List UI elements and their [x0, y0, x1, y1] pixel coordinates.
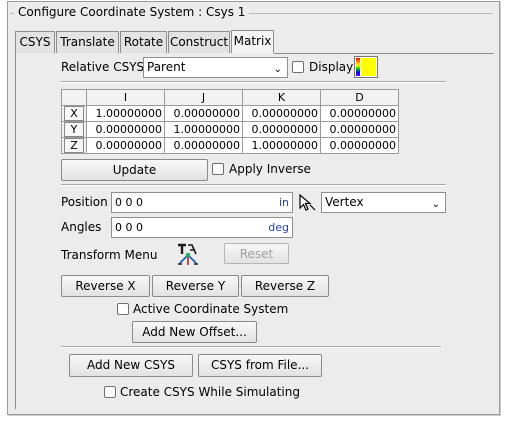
tab-matrix[interactable]: Matrix: [231, 30, 274, 53]
angles-unit: deg: [268, 221, 289, 234]
create-while-simulating-checkbox[interactable]: [104, 386, 116, 398]
matrix-cell[interactable]: 1.00000000: [86, 105, 165, 122]
separator: [61, 184, 446, 186]
matrix-cell[interactable]: 1.00000000: [164, 121, 243, 138]
matrix-cell[interactable]: 0.00000000: [86, 121, 165, 138]
matrix-col-header: I: [86, 89, 165, 106]
relative-csys-label: Relative CSYS: [61, 60, 145, 74]
matrix-cell[interactable]: 1.00000000: [242, 137, 321, 154]
matrix-corner: [61, 89, 87, 106]
matrix-col-header: D: [320, 89, 399, 106]
active-cs-checkbox[interactable]: [117, 303, 129, 315]
csys-from-file-button[interactable]: CSYS from File...: [198, 354, 322, 377]
active-cs-label: Active Coordinate System: [133, 302, 289, 316]
angles-input[interactable]: 0 0 0 deg: [111, 217, 293, 238]
color-picker-button[interactable]: [354, 56, 378, 78]
reverse-z-button[interactable]: Reverse Z: [241, 275, 329, 297]
apply-inverse-label: Apply Inverse: [229, 162, 311, 176]
chevron-down-icon: ⌄: [431, 199, 440, 210]
matrix-header-row: I J K D: [61, 89, 399, 106]
reverse-x-button[interactable]: Reverse X: [61, 275, 150, 297]
matrix-row-header[interactable]: X: [61, 105, 87, 122]
table-row: X 1.00000000 0.00000000 0.00000000 0.000…: [61, 105, 399, 122]
tab-construct[interactable]: Construct: [168, 31, 230, 53]
angles-label: Angles: [61, 220, 102, 234]
matrix-cell[interactable]: 0.00000000: [86, 137, 165, 154]
update-button[interactable]: Update: [61, 159, 208, 181]
display-label: Display: [309, 60, 354, 74]
matrix-cell[interactable]: 0.00000000: [164, 105, 243, 122]
chevron-down-icon: ⌄: [273, 64, 282, 75]
pick-mode-select[interactable]: Vertex ⌄: [321, 192, 446, 213]
table-row: Z 0.00000000 0.00000000 1.00000000 0.000…: [61, 137, 399, 154]
tab-translate[interactable]: Translate: [56, 31, 119, 53]
matrix-cell[interactable]: 0.00000000: [164, 137, 243, 154]
create-while-simulating-label: Create CSYS While Simulating: [120, 385, 300, 399]
angles-value: 0 0 0: [115, 221, 143, 234]
dialog-title: Configure Coordinate System : Csys 1: [14, 5, 250, 19]
tab-rotate[interactable]: Rotate: [120, 31, 167, 53]
matrix-cell[interactable]: 0.00000000: [320, 105, 399, 122]
transform-menu-icon[interactable]: [175, 241, 201, 267]
table-row: Y 0.00000000 1.00000000 0.00000000 0.000…: [61, 121, 399, 138]
reverse-y-button[interactable]: Reverse Y: [152, 275, 239, 297]
matrix-table: I J K D X 1.00000000 0.00000000 0.000000…: [61, 89, 399, 154]
position-unit: in: [278, 196, 289, 209]
pick-cursor-icon[interactable]: [297, 193, 317, 213]
matrix-row-header[interactable]: Y: [61, 121, 87, 138]
position-input[interactable]: 0 0 0 in: [111, 192, 293, 213]
position-label: Position: [61, 195, 108, 209]
add-new-csys-button[interactable]: Add New CSYS: [69, 354, 193, 377]
matrix-cell[interactable]: 0.00000000: [242, 121, 321, 138]
separator: [61, 81, 446, 83]
matrix-cell[interactable]: 0.00000000: [320, 121, 399, 138]
matrix-cell[interactable]: 0.00000000: [242, 105, 321, 122]
relative-csys-select[interactable]: Parent ⌄: [143, 57, 288, 78]
position-value: 0 0 0: [115, 196, 143, 209]
apply-inverse-checkbox[interactable]: [212, 163, 224, 175]
transform-menu-label: Transform Menu: [61, 248, 158, 262]
add-new-offset-button[interactable]: Add New Offset...: [132, 321, 257, 343]
matrix-col-header: K: [242, 89, 321, 106]
relative-csys-value: Parent: [147, 60, 186, 74]
separator: [61, 346, 441, 348]
pick-mode-value: Vertex: [325, 195, 364, 209]
color-swatch: [361, 58, 376, 76]
tab-csys[interactable]: CSYS: [15, 31, 55, 53]
color-spectrum-icon: [356, 58, 360, 76]
reset-button[interactable]: Reset: [224, 243, 289, 264]
matrix-cell[interactable]: 0.00000000: [320, 137, 399, 154]
display-checkbox[interactable]: [292, 61, 304, 73]
matrix-col-header: J: [164, 89, 243, 106]
matrix-row-header[interactable]: Z: [61, 137, 87, 154]
